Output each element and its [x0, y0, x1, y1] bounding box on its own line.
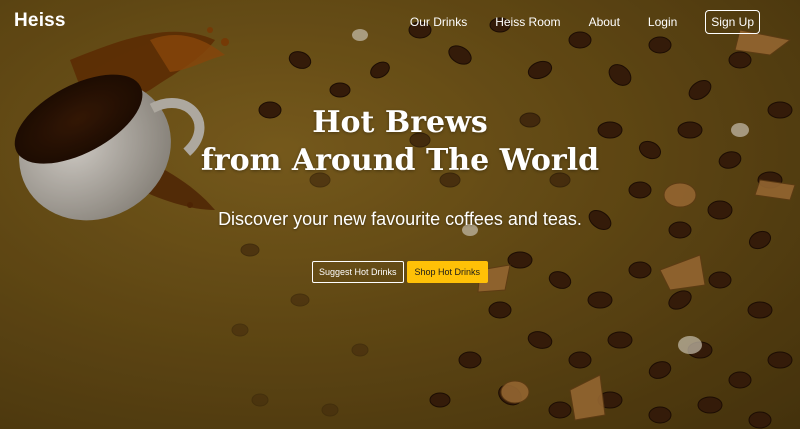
hero-cta-group: Suggest Hot Drinks Shop Hot Drinks [0, 261, 800, 283]
nav-heiss-room[interactable]: Heiss Room [495, 11, 560, 33]
brand-logo[interactable]: Heiss [14, 10, 66, 32]
nav-our-drinks[interactable]: Our Drinks [410, 11, 467, 33]
hero-title-line2: from Around The World [200, 143, 600, 178]
hero-title: Hot Brews from Around The World [0, 104, 800, 180]
nav-about[interactable]: About [589, 11, 620, 33]
shop-hot-drinks-button[interactable]: Shop Hot Drinks [406, 261, 489, 283]
suggest-hot-drinks-button[interactable]: Suggest Hot Drinks [311, 261, 404, 283]
hero-section: Heiss Our Drinks Heiss Room About Login … [0, 0, 800, 429]
hero-title-line1: Hot Brews [312, 105, 488, 140]
sign-up-button[interactable]: Sign Up [705, 10, 760, 34]
hero-subtitle: Discover your new favourite coffees and … [218, 209, 582, 229]
top-nav: Our Drinks Heiss Room About Login Sign U… [382, 10, 760, 34]
nav-login[interactable]: Login [648, 11, 677, 33]
